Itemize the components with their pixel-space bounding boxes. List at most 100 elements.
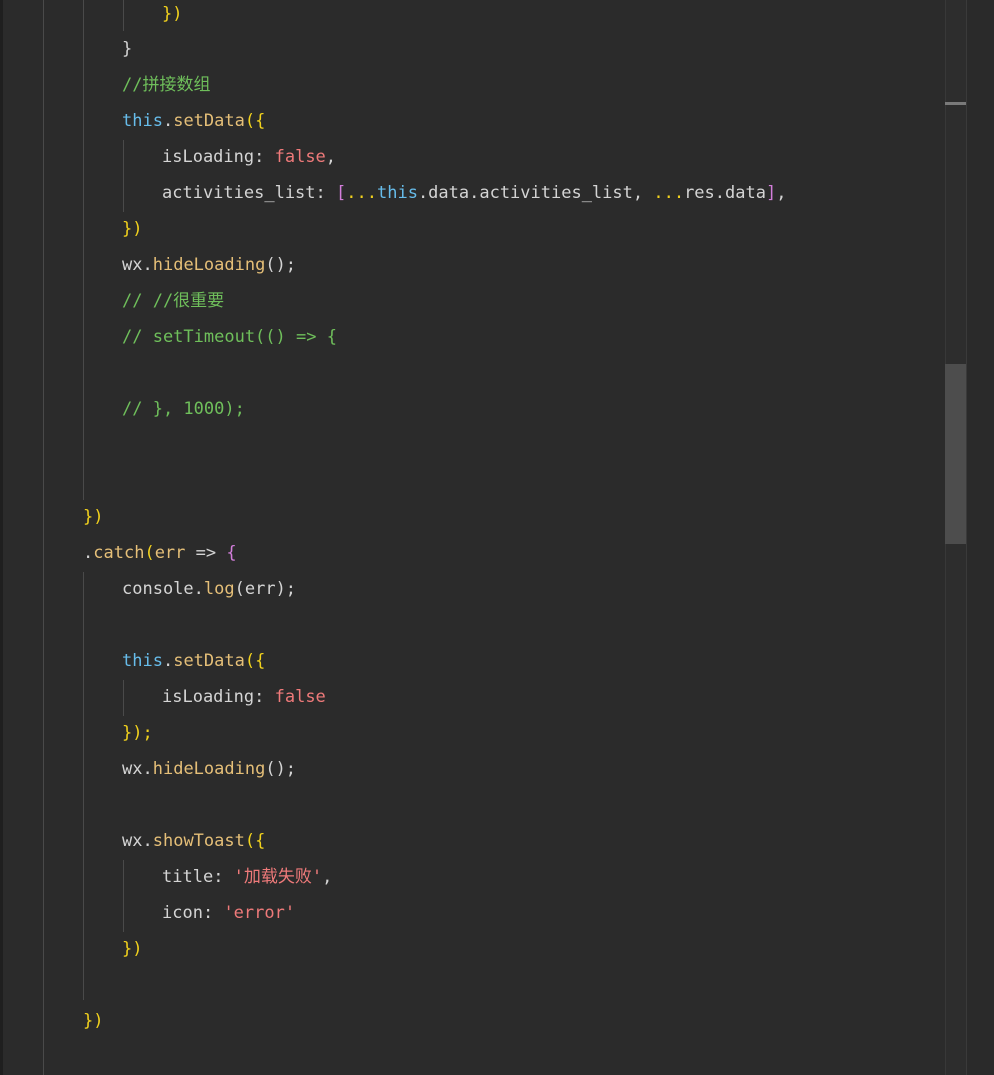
- code-token: isLoading: [162, 147, 255, 167]
- code-line[interactable]: }): [122, 931, 142, 967]
- code-token: // }, 1000);: [122, 399, 245, 419]
- code-line[interactable]: // }, 1000);: [122, 391, 245, 427]
- indent-guide: [83, 572, 84, 1000]
- code-token: false: [274, 687, 326, 707]
- code-token: icon: [162, 903, 203, 923]
- code-token: (err);: [234, 579, 297, 599]
- code-token: .: [162, 111, 174, 131]
- code-token: :: [254, 147, 275, 167]
- code-token: isLoading: [162, 687, 255, 707]
- code-line[interactable]: }): [83, 1003, 103, 1039]
- code-token: .: [142, 831, 153, 851]
- code-token: ({: [244, 111, 266, 131]
- code-token: {: [226, 543, 237, 563]
- code-token: this: [122, 111, 163, 131]
- code-token: .: [162, 651, 174, 671]
- code-token: ();: [265, 759, 297, 779]
- code-token: hideLoading: [152, 759, 266, 779]
- code-line[interactable]: }: [122, 31, 132, 67]
- code-token: ({: [244, 651, 266, 671]
- indent-guide: [43, 0, 44, 1075]
- code-line[interactable]: isLoading: false: [162, 679, 326, 715]
- code-token: .: [83, 543, 94, 563]
- code-token: err: [154, 543, 186, 563]
- code-line[interactable]: icon: 'error': [162, 895, 295, 931]
- code-line[interactable]: wx.hideLoading();: [122, 751, 296, 787]
- code-line[interactable]: this.setData({: [122, 643, 265, 679]
- code-token: }): [83, 507, 104, 527]
- code-token: :: [315, 183, 337, 203]
- code-token: wx: [122, 255, 143, 275]
- code-token: ();: [265, 255, 297, 275]
- overview-ruler-marker: [945, 102, 966, 105]
- code-token: res.data: [684, 183, 766, 203]
- code-token: 'error': [223, 903, 296, 923]
- code-line[interactable]: this.setData({: [122, 103, 265, 139]
- code-token: setData: [173, 651, 245, 671]
- indent-guide: [123, 680, 124, 716]
- indent-guide: [123, 140, 124, 212]
- code-token: title: [162, 867, 214, 887]
- code-token: activities_list: [162, 183, 316, 203]
- indent-guide: [123, 860, 124, 932]
- code-token: catch: [93, 543, 145, 563]
- code-line[interactable]: //拼接数组: [122, 67, 210, 103]
- code-token: log: [203, 579, 235, 599]
- code-token: ...: [653, 183, 685, 203]
- code-token: hideLoading: [152, 255, 266, 275]
- code-token: ({: [244, 831, 266, 851]
- code-line[interactable]: // setTimeout(() => {: [122, 319, 337, 355]
- code-line[interactable]: .catch(err => {: [83, 535, 237, 571]
- scrollbar-thumb[interactable]: [945, 364, 966, 544]
- code-token: ...: [346, 183, 377, 203]
- code-token: }: [122, 39, 133, 59]
- code-line[interactable]: }): [83, 499, 103, 535]
- code-token: :: [254, 687, 275, 707]
- code-token: this: [122, 651, 163, 671]
- code-line[interactable]: wx.showToast({: [122, 823, 265, 859]
- code-token: false: [274, 147, 326, 167]
- code-token: .data.activities_list,: [417, 183, 654, 203]
- code-token: '加载失败': [233, 867, 323, 887]
- code-token: // //很重要: [122, 291, 225, 311]
- code-token: //拼接数组: [122, 75, 211, 95]
- code-token: .: [193, 579, 204, 599]
- code-token: wx: [122, 759, 143, 779]
- code-token: =>: [185, 543, 227, 563]
- editor-left-edge: [0, 0, 3, 1075]
- code-token: }): [122, 939, 143, 959]
- code-editor[interactable]: })}//拼接数组 this.setData({isLoading: false,…: [0, 0, 994, 1075]
- code-token: .: [142, 255, 153, 275]
- code-token: }): [83, 1011, 104, 1031]
- code-token: :: [202, 903, 224, 923]
- code-line[interactable]: title: '加载失败',: [162, 859, 332, 895]
- code-line[interactable]: isLoading: false,: [162, 139, 336, 175]
- code-token: ,: [325, 147, 337, 167]
- code-token: ,: [776, 183, 787, 203]
- code-token: .: [142, 759, 153, 779]
- code-token: // setTimeout(() => {: [122, 327, 337, 347]
- code-token: this: [376, 183, 418, 203]
- code-line[interactable]: console.log(err);: [122, 571, 296, 607]
- code-line[interactable]: activities_list: [...this.data.activitie…: [162, 175, 786, 211]
- code-token: }): [162, 4, 183, 24]
- code-token: setData: [173, 111, 245, 131]
- code-token: ,: [322, 867, 333, 887]
- code-token: }): [122, 219, 143, 239]
- right-gutter: [966, 0, 994, 1075]
- code-line[interactable]: }): [122, 211, 142, 247]
- code-token: wx: [122, 831, 143, 851]
- code-line[interactable]: }): [162, 0, 182, 32]
- code-token: ]: [765, 183, 777, 203]
- code-token: console: [122, 579, 194, 599]
- code-token: (: [144, 543, 155, 563]
- indent-guide: [123, 0, 124, 31]
- code-token: [: [336, 183, 347, 203]
- code-line[interactable]: });: [122, 715, 153, 751]
- code-token: showToast: [152, 831, 245, 851]
- code-line[interactable]: wx.hideLoading();: [122, 247, 296, 283]
- code-token: });: [122, 723, 153, 743]
- indent-guide: [83, 0, 84, 500]
- code-line[interactable]: // //很重要: [122, 283, 224, 319]
- code-token: :: [213, 867, 234, 887]
